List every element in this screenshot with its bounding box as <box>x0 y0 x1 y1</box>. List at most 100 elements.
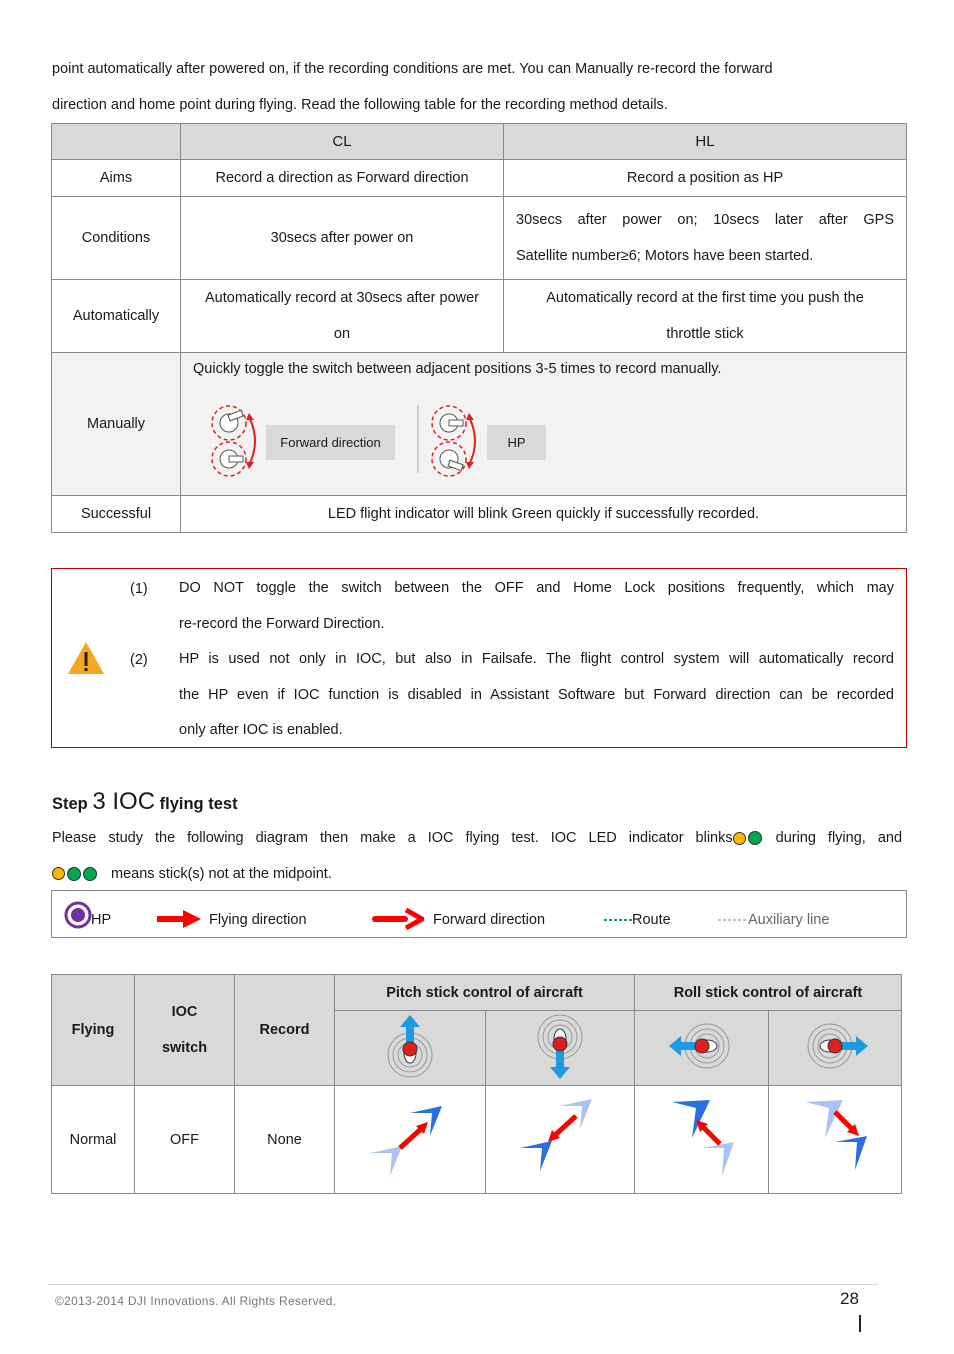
warning-box: (1) DO NOT toggle the switch between the… <box>51 568 907 748</box>
hp-label: HP <box>487 425 546 460</box>
header-flying: Flying <box>51 974 135 1086</box>
warning-line: DO NOT toggle the switch between the OFF… <box>179 580 894 596</box>
warning-item-number: (2) <box>130 652 148 668</box>
hp-icon <box>64 901 92 929</box>
auxiliary-line-icon <box>718 919 748 921</box>
footer-divider <box>48 1284 878 1285</box>
forward-direction-label: Forward direction <box>266 425 395 460</box>
warning-triangle-icon <box>68 642 104 674</box>
page-number-bar <box>859 1315 861 1332</box>
cell-cl: Automatically record at 30secs after pow… <box>180 279 504 353</box>
diagram-cell <box>634 1085 769 1194</box>
warning-line: re-record the Forward Direction. <box>179 615 385 632</box>
led-yellow-icon <box>52 867 65 881</box>
table-row: Aims Record a direction as Forward direc… <box>51 159 907 197</box>
led-green-icon <box>67 866 81 881</box>
table-row: Automatically Automatically record at 30… <box>51 279 907 353</box>
stick-up-icon <box>387 1015 433 1078</box>
cell-line: throttle stick <box>666 326 744 342</box>
cell-line: on <box>333 326 351 342</box>
cell-flying: Normal <box>51 1085 135 1194</box>
step-line: means stick(s) not at the midpoint. <box>52 857 902 893</box>
cell-hl: Automatically record at the first time y… <box>503 279 907 353</box>
plane-forward-icon <box>370 1105 442 1176</box>
header-pitch: Pitch stick control of aircraft <box>334 974 635 1011</box>
cell-line: Automatically record at 30secs after pow… <box>204 290 479 306</box>
legend-auxiliary-line: Auxiliary line <box>748 912 830 928</box>
legend-forward-direction: Forward direction <box>433 912 546 928</box>
legend-hp: HP <box>91 912 112 928</box>
legend-flying-direction: Flying direction <box>209 912 307 928</box>
footer-copyright: ©2013-2014 DJI Innovations. All Rights R… <box>55 1294 337 1308</box>
page-number: 28 <box>840 1289 859 1308</box>
legend-route: Route <box>632 912 671 928</box>
step-line: Please study the following diagram then … <box>52 821 902 857</box>
header-ioc-switch: IOC switch <box>134 974 235 1086</box>
header-record: Record <box>234 974 335 1086</box>
diagram-cell <box>485 1085 635 1194</box>
stick-cell <box>634 1010 769 1086</box>
warning-line: the HP even if IOC function is disabled … <box>179 686 894 703</box>
table-header-row: Flying IOC switch Record Pitch stick con… <box>51 974 902 1086</box>
led-green-icon <box>747 831 762 846</box>
header-line: switch <box>161 1040 208 1056</box>
step-suffix: flying test <box>159 795 238 813</box>
step-text: during flying, and <box>775 830 903 846</box>
row-label: Aims <box>51 159 181 197</box>
step-prefix: Step <box>52 795 88 813</box>
led-yellow-icon <box>732 831 746 845</box>
header-hl: HL <box>503 123 907 160</box>
toggle-switch-cl-icon <box>211 405 256 477</box>
step-text: Please study the following diagram then … <box>52 830 733 846</box>
intro-line: point automatically after powered on, if… <box>52 61 773 77</box>
header-cl: CL <box>180 123 504 160</box>
plane-left-icon <box>671 1099 734 1176</box>
stick-cell <box>485 1010 635 1086</box>
stick-right-icon <box>807 1023 868 1069</box>
legend: HP Flying direction Forward direction Ro… <box>51 890 907 938</box>
table-header-row: CL HL <box>51 123 907 160</box>
cell-ioc-switch: OFF <box>134 1085 235 1194</box>
row-label: Manually <box>51 352 181 496</box>
plane-backward-icon <box>520 1098 592 1171</box>
stick-left-icon <box>668 1023 729 1069</box>
cell-line: Automatically record at the first time y… <box>546 290 864 306</box>
warning-line: only after IOC is enabled. <box>179 722 343 738</box>
header-empty <box>51 123 181 160</box>
cell-line: 30secs after power on; 10secs later afte… <box>516 212 894 228</box>
cell-hl: 30secs after power on; 10secs later afte… <box>503 196 907 280</box>
stick-cell <box>768 1010 902 1086</box>
warning-item-text: DO NOT toggle the switch between the OFF… <box>179 571 894 642</box>
row-label: Successful <box>51 495 181 533</box>
stick-down-icon <box>537 1014 583 1079</box>
intro-line: direction and home point during flying. … <box>52 96 668 113</box>
manual-text: Quickly toggle the switch between adjace… <box>193 361 722 377</box>
header-line: IOC <box>171 1004 198 1020</box>
table-row: Manually Quickly toggle the switch betwe… <box>51 352 907 496</box>
cell-successful: LED flight indicator will blink Green qu… <box>180 495 907 533</box>
flying-direction-arrow-icon <box>157 910 201 928</box>
cell-cl: 30secs after power on <box>180 196 504 280</box>
recording-method-table: CL HL Aims Record a direction as Forward… <box>51 123 907 533</box>
stick-cell <box>334 1010 486 1086</box>
cell-record: None <box>234 1085 335 1194</box>
table-row: Normal OFF None <box>51 1085 902 1194</box>
warning-item-text: HP is used not only in IOC, but also in … <box>179 642 894 749</box>
diagram-cell <box>334 1085 486 1194</box>
header-roll: Roll stick control of aircraft <box>634 974 902 1011</box>
plane-right-icon <box>805 1099 867 1170</box>
cell-manual: Quickly toggle the switch between adjace… <box>180 352 907 496</box>
warning-line: HP is used not only in IOC, but also in … <box>179 651 894 667</box>
toggle-switch-hl-icon <box>431 405 476 477</box>
step-text: means stick(s) not at the midpoint. <box>111 865 332 882</box>
cell-cl: Record a direction as Forward direction <box>180 159 504 197</box>
diagram-cell <box>768 1085 902 1194</box>
divider <box>417 405 419 473</box>
table-row: Conditions 30secs after power on 30secs … <box>51 196 907 280</box>
step-number: 3 IOC <box>92 788 156 815</box>
warning-item-number: (1) <box>130 581 148 597</box>
manual-diagram: Quickly toggle the switch between adjace… <box>181 353 906 495</box>
cell-line: Satellite number≥6; Motors have been sta… <box>516 248 814 264</box>
step-paragraph: Please study the following diagram then … <box>52 821 902 892</box>
route-line-icon <box>604 919 632 921</box>
